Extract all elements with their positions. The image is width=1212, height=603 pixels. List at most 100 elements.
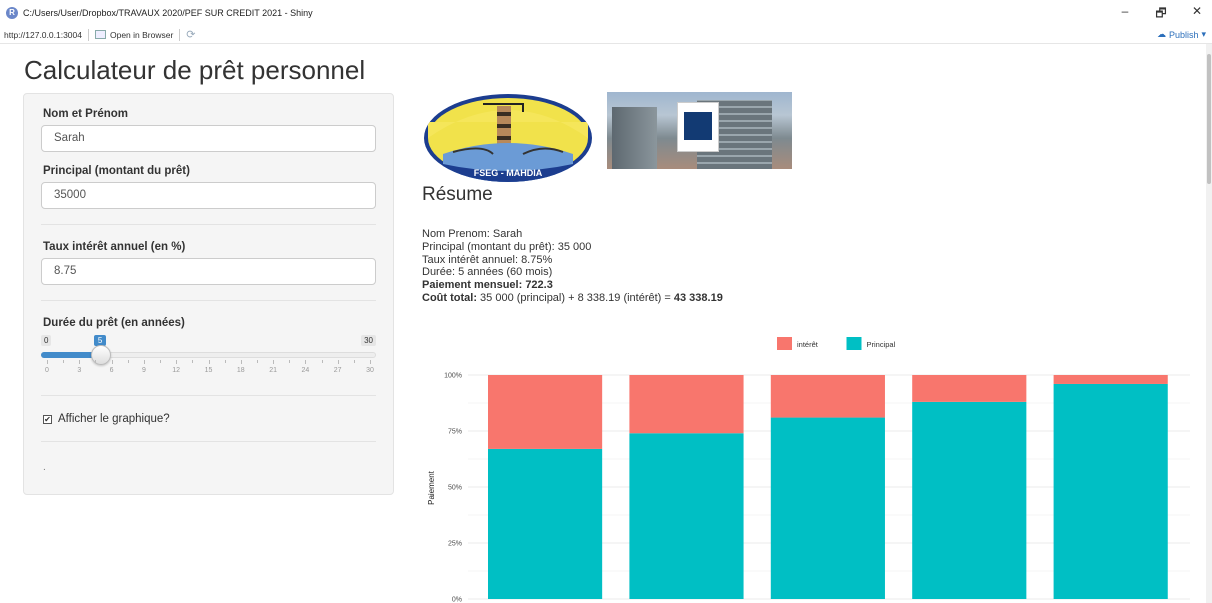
minimize-button[interactable]: –: [1118, 4, 1132, 25]
address-bar: http://127.0.0.1:3004 Open in Browser ⟳ …: [0, 26, 1212, 44]
window-title: C:/Users/User/Dropbox/TRAVAUX 2020/PEF S…: [23, 8, 313, 18]
open-in-browser-button[interactable]: Open in Browser: [110, 30, 173, 40]
slider-tick: [176, 360, 178, 364]
slider-tick-label: 0: [45, 367, 49, 374]
sidebar-panel: Nom et Prénom Sarah Principal (montant d…: [23, 93, 394, 495]
slider-tick: [111, 360, 113, 364]
slider-tick-label: 18: [236, 367, 245, 374]
page-title: Calculateur de prêt personnel: [24, 55, 366, 85]
slider-tick: [63, 360, 65, 363]
slider-tick: [47, 360, 48, 364]
slider-tick: [79, 360, 81, 364]
summary-title: Résume: [422, 184, 493, 205]
maximize-button[interactable]: 🗗: [1154, 4, 1168, 25]
slider-tick: [289, 360, 291, 363]
duration-label: Durée du prêt (en années): [43, 317, 185, 329]
duration-slider[interactable]: 0 30 5 0 3 6 9 12 15 18 21 24 27 30: [41, 335, 376, 375]
slider-tick: [208, 360, 210, 364]
scrollbar-thumb[interactable]: [1207, 54, 1211, 184]
refresh-icon[interactable]: ⟳: [186, 28, 195, 41]
bar-intérêt-1: [488, 375, 603, 449]
divider: [41, 224, 376, 225]
bar-intérêt-4: [912, 375, 1027, 402]
bar-Principal-2: [629, 433, 744, 599]
slider-tick-label: 6: [109, 367, 114, 374]
vertical-scrollbar[interactable]: [1206, 44, 1212, 603]
divider: [41, 395, 376, 396]
slider-min-label: 0: [41, 335, 52, 346]
rate-input[interactable]: 8.75: [41, 258, 376, 285]
slider-tick: [256, 360, 258, 363]
fseg-mahdia-logo: FSEG - MAHDIA: [424, 94, 592, 182]
y-tick-label: 0%: [452, 597, 462, 603]
show-chart-checkbox[interactable]: ✔ Afficher le graphique?: [43, 413, 170, 425]
publish-label: Publish: [1168, 29, 1199, 40]
slider-tick: [143, 360, 145, 364]
summary-name: Nom Prenom: Sarah: [422, 228, 523, 240]
slider-tick: [370, 360, 371, 364]
summary-principal: Principal (montant du prêt): 35 000: [422, 240, 592, 253]
y-tick-label: 25%: [448, 541, 462, 548]
bar-Principal-5: [1053, 383, 1168, 599]
summary-monthly-payment: Paiement mensuel: 722.3: [422, 279, 553, 292]
logo-text: FSEG - MAHDIA: [474, 168, 543, 178]
close-button[interactable]: ✕: [1190, 4, 1204, 25]
name-input[interactable]: Sarah: [41, 125, 376, 152]
name-label: Nom et Prénom: [43, 108, 128, 120]
slider-tick: [337, 360, 339, 364]
payment-chart: intérêt Principal 0% 25% 50% 75% 100% Paiement: [427, 337, 1190, 603]
chevron-down-icon: ▾: [1201, 29, 1206, 39]
slider-max-label: 30: [361, 335, 376, 346]
slider-tick: [273, 360, 275, 364]
summary-text: Nom Prenom: Sarah Principal (montant du …: [422, 228, 723, 305]
open-browser-icon[interactable]: [94, 30, 106, 39]
bank-logo: [684, 112, 712, 140]
slider-tick: [160, 360, 162, 363]
title-bar: R C:/Users/User/Dropbox/TRAVAUX 2020/PEF…: [0, 0, 1212, 26]
slider-tick-label: 3: [77, 367, 82, 374]
slider-tick-label: 30: [366, 367, 374, 374]
legend-swatch-intérêt: [777, 337, 792, 350]
slider-tick-label: 15: [204, 367, 213, 374]
publish-button[interactable]: ☁ Publish ▾: [1157, 29, 1206, 40]
slider-tick: [127, 360, 129, 363]
bar-intérêt-2: [629, 375, 744, 434]
slider-tick-label: 12: [172, 367, 181, 374]
slider-tick: [240, 360, 242, 364]
slider-tick-label: 27: [333, 367, 342, 374]
rate-label: Taux intérêt annuel (en %): [43, 241, 186, 253]
summary-total-cost: Coût total: 35 000 (principal) + 8 338.1…: [422, 291, 723, 304]
summary-rate: Taux intérêt annuel: 8.75%: [422, 253, 553, 266]
y-tick-label: 75%: [448, 429, 462, 436]
bar-intérêt-5: [1053, 375, 1168, 384]
y-axis-label: Paiement: [427, 470, 436, 505]
footer-text: .: [43, 462, 46, 473]
r-app-icon: R: [6, 7, 18, 19]
principal-input[interactable]: 35000: [41, 182, 376, 209]
url-text[interactable]: http://127.0.0.1:3004: [4, 30, 82, 40]
bank-building-photo: [607, 92, 792, 169]
bar-intérêt-3: [770, 375, 885, 418]
slider-tick-label: 24: [301, 367, 310, 374]
divider: [41, 300, 376, 301]
checkbox-label: Afficher le graphique?: [58, 413, 170, 425]
separator: [179, 28, 181, 41]
slider-tick-label: 9: [141, 367, 146, 374]
building-left: [612, 107, 657, 169]
slider-tick: [321, 360, 323, 363]
publish-icon: ☁: [1156, 29, 1166, 39]
slider-ticks: 0 3 6 9 12 15 18 21 24 27 30: [41, 360, 376, 374]
legend-label-intérêt: intérêt: [797, 340, 819, 349]
separator: [87, 28, 89, 41]
slider-tick: [305, 360, 307, 364]
bar-Principal-3: [770, 417, 885, 599]
window-controls: – 🗗 ✕: [1118, 4, 1204, 25]
slider-tick: [353, 360, 355, 363]
y-tick-label: 50%: [448, 485, 462, 492]
bar-Principal-1: [488, 448, 603, 599]
principal-label: Principal (montant du prêt): [43, 165, 190, 177]
y-tick-label: 100%: [444, 373, 462, 380]
checkbox-icon[interactable]: ✔: [43, 414, 52, 424]
bar-Principal-4: [912, 401, 1027, 599]
slider-tick: [192, 360, 194, 363]
